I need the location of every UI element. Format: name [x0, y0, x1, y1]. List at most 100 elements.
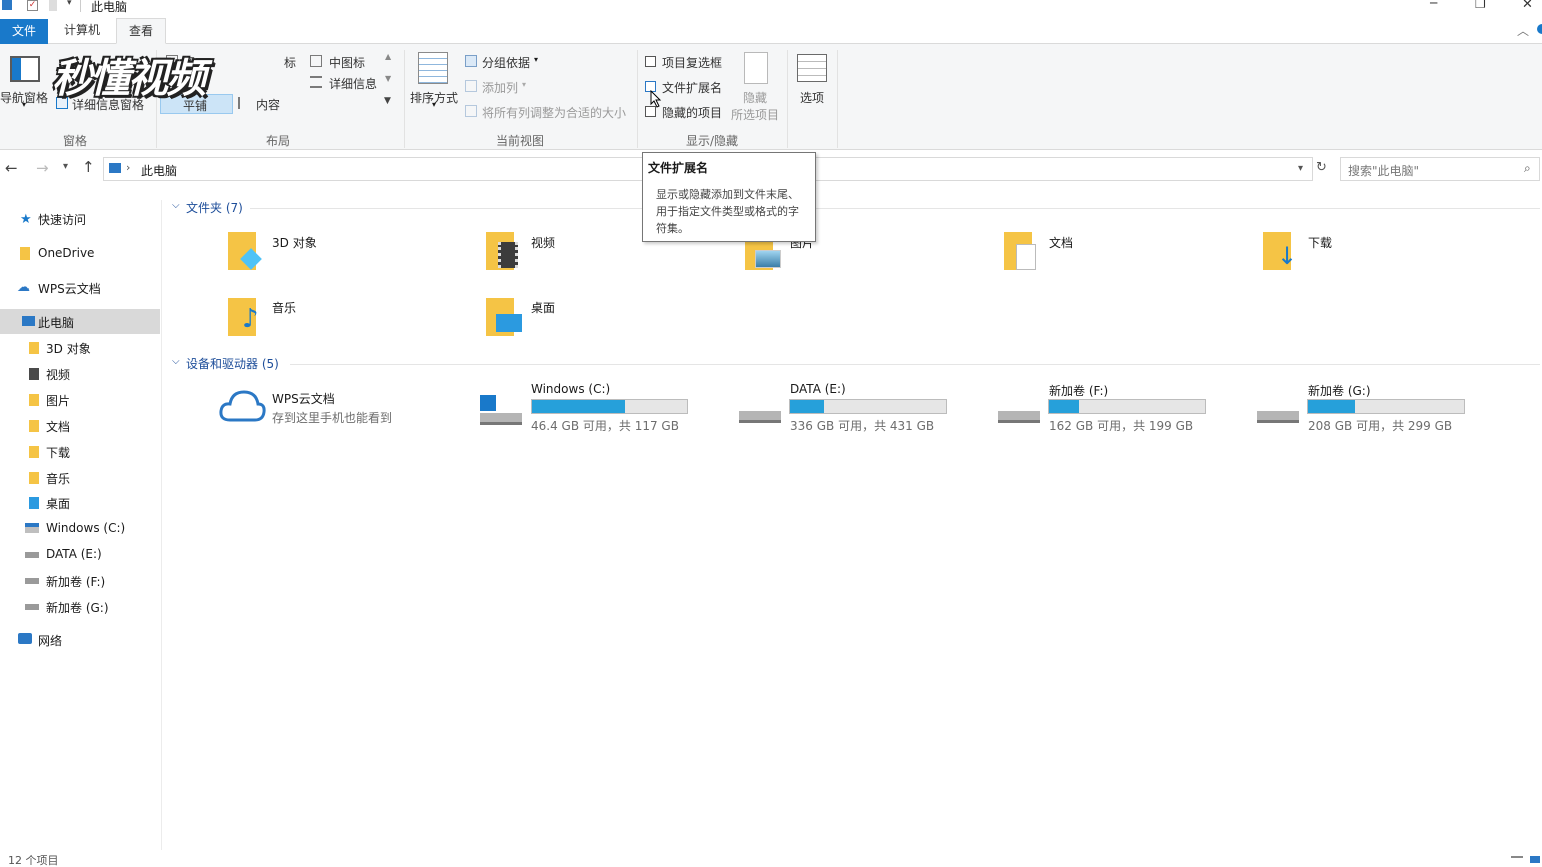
wps-drive-name[interactable]: WPS云文档: [272, 390, 335, 407]
collapse-devices-icon[interactable]: ⌵: [172, 356, 180, 367]
nav-item-3d-objects[interactable]: 3D 对象: [46, 340, 91, 357]
add-column-button[interactable]: 添加列: [482, 79, 518, 96]
nav-item-drive-f[interactable]: 新加卷 (F:): [46, 573, 105, 590]
tab-view[interactable]: 查看: [116, 18, 166, 44]
drive-e-icon: [25, 552, 39, 558]
back-icon[interactable]: ←: [5, 159, 18, 177]
pictures-icon: [29, 394, 39, 406]
large-icons-option[interactable]: 标: [284, 54, 296, 71]
nav-item-documents[interactable]: 文档: [46, 418, 70, 435]
drive-e-usage-bar: [789, 399, 947, 414]
hide-selected-line1[interactable]: 隐藏: [743, 89, 767, 106]
recent-locations-icon[interactable]: ▾: [63, 161, 68, 172]
close-button[interactable]: ✕: [1522, 0, 1533, 12]
layout-scroll-up-icon[interactable]: ▲: [385, 52, 391, 61]
nav-pane-icon[interactable]: [10, 56, 40, 82]
collapse-ribbon-icon[interactable]: ︿: [1517, 22, 1529, 39]
folder-documents-label[interactable]: 文档: [1049, 234, 1073, 251]
nav-item-videos[interactable]: 视频: [46, 366, 70, 383]
help-icon[interactable]: [1537, 24, 1542, 34]
medium-icons-option[interactable]: 中图标: [329, 54, 365, 71]
windows-drive-c-icon[interactable]: [480, 395, 522, 429]
nav-this-pc[interactable]: 此电脑: [38, 314, 74, 331]
ribbon-separator: [837, 50, 838, 148]
forward-icon[interactable]: →: [36, 159, 49, 177]
group-by-button[interactable]: 分组依据: [482, 54, 530, 71]
content-view-option[interactable]: 内容: [256, 96, 280, 113]
drive-e-name[interactable]: DATA (E:): [790, 382, 846, 396]
nav-onedrive[interactable]: OneDrive: [38, 246, 94, 260]
devices-section-header[interactable]: 设备和驱动器 (5): [186, 355, 279, 372]
drive-e-usage-fill: [790, 400, 825, 413]
content-view-icon: [238, 97, 250, 109]
minimize-button[interactable]: ─: [1430, 0, 1437, 10]
up-icon[interactable]: ↑: [82, 158, 95, 176]
nav-pane-dropdown-icon[interactable]: ▾: [22, 100, 26, 109]
nav-item-pictures[interactable]: 图片: [46, 392, 70, 409]
item-checkbox-checkbox[interactable]: [645, 56, 656, 67]
nav-item-drive-g[interactable]: 新加卷 (G:): [46, 599, 109, 616]
nav-item-desktop[interactable]: 桌面: [46, 495, 70, 512]
group-by-dropdown-icon[interactable]: ▾: [534, 55, 538, 64]
tiles-view-toggle-icon[interactable]: [1530, 856, 1540, 863]
restore-button[interactable]: ❐: [1475, 0, 1486, 11]
folders-section-header[interactable]: 文件夹 (7): [186, 199, 243, 216]
wps-cloud-icon[interactable]: [218, 386, 266, 426]
new-folder-icon[interactable]: [49, 0, 57, 11]
drive-f-name[interactable]: 新加卷 (F:): [1049, 382, 1108, 399]
drive-c-name[interactable]: Windows (C:): [531, 382, 610, 396]
folder-3d-objects-label[interactable]: 3D 对象: [272, 234, 317, 251]
folder-videos-icon[interactable]: [486, 228, 522, 272]
folder-desktop-label[interactable]: 桌面: [531, 299, 555, 316]
nav-item-drive-e[interactable]: DATA (E:): [46, 547, 102, 561]
options-button[interactable]: 选项: [800, 89, 824, 106]
drive-e-icon-large[interactable]: [739, 405, 781, 427]
drive-g-icon-large[interactable]: [1257, 405, 1299, 427]
folder-desktop-icon[interactable]: [486, 294, 522, 338]
nav-network[interactable]: 网络: [38, 632, 62, 649]
nav-wps[interactable]: WPS云文档: [38, 280, 101, 297]
options-icon[interactable]: [797, 54, 827, 82]
hide-selected-line2[interactable]: 所选项目: [731, 106, 779, 123]
tab-file[interactable]: 文件: [0, 19, 48, 45]
breadcrumb-chevron-icon[interactable]: ›: [126, 161, 130, 174]
drive-c-usage-bar: [531, 399, 688, 414]
item-checkbox-label: 项目复选框: [662, 56, 723, 70]
title-divider: [80, 0, 81, 12]
folder-music-icon[interactable]: ♪: [228, 294, 264, 338]
size-all-columns-button[interactable]: 将所有列调整为合适的大小: [482, 104, 626, 121]
refresh-icon[interactable]: ↻: [1316, 160, 1327, 175]
tooltip-body: 显示或隐藏添加到文件末尾、用于指定文件类型或格式的字符集。: [656, 188, 799, 235]
sort-by-icon[interactable]: [418, 52, 448, 84]
details-view-toggle-icon[interactable]: [1511, 856, 1523, 863]
search-icon[interactable]: ⌕: [1524, 161, 1531, 176]
add-column-dropdown-icon[interactable]: ▾: [522, 80, 526, 89]
nav-item-music[interactable]: 音乐: [46, 470, 70, 487]
layout-scroll-down-icon[interactable]: ▼: [385, 74, 391, 83]
tab-computer[interactable]: 计算机: [52, 18, 112, 44]
collapse-folders-icon[interactable]: ⌵: [172, 200, 180, 211]
breadcrumb-this-pc[interactable]: 此电脑: [141, 162, 177, 179]
folder-3d-objects-icon[interactable]: [228, 228, 264, 272]
drive-f-icon: [25, 578, 39, 584]
item-count: 12 个项目: [8, 854, 59, 867]
address-history-icon[interactable]: ▾: [1298, 163, 1303, 174]
nav-quick-access[interactable]: 快速访问: [38, 211, 86, 228]
sort-by-dropdown-icon[interactable]: ▾: [432, 100, 436, 109]
folder-videos-label[interactable]: 视频: [531, 234, 555, 251]
nav-item-drive-c[interactable]: Windows (C:): [46, 521, 125, 535]
nav-item-downloads[interactable]: 下载: [46, 444, 70, 461]
folder-documents-icon[interactable]: [1004, 228, 1040, 272]
qat-dropdown-icon[interactable]: ▾: [67, 0, 72, 8]
folder-downloads-label[interactable]: 下载: [1308, 234, 1332, 251]
search-input[interactable]: 搜索"此电脑" ⌕: [1340, 157, 1540, 181]
layout-expand-icon[interactable]: ▼: [384, 96, 391, 106]
drive-g-name[interactable]: 新加卷 (G:): [1308, 382, 1371, 399]
drive-f-icon-large[interactable]: [998, 405, 1040, 427]
group-panes-label: 窗格: [62, 134, 87, 148]
properties-icon[interactable]: ✓: [27, 0, 38, 11]
details-view-option[interactable]: 详细信息: [329, 75, 377, 92]
folder-music-label[interactable]: 音乐: [272, 299, 296, 316]
folder-downloads-icon[interactable]: ↓: [1263, 228, 1299, 272]
drive-g-icon: [25, 604, 39, 610]
